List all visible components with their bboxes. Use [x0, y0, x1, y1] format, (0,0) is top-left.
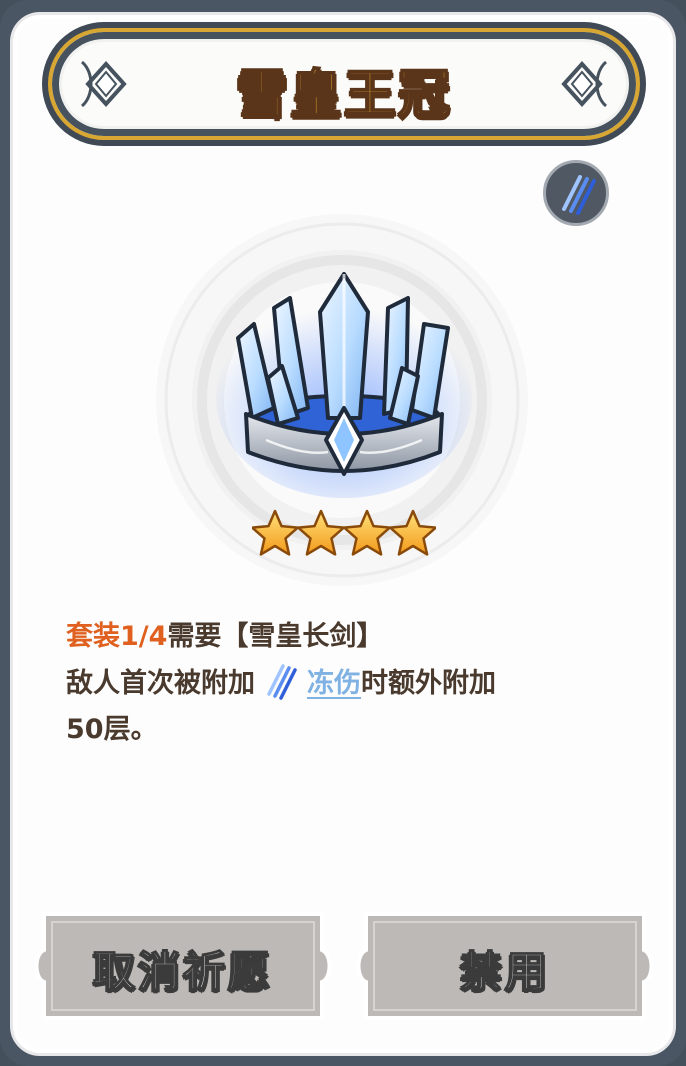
set-requirement-line: 套装1/4需要【雪皇长剑】 — [66, 614, 626, 660]
disable-label: 禁用 — [459, 946, 550, 997]
star-icon — [252, 509, 300, 556]
set-requirement: 需要【雪皇长剑】 — [167, 621, 384, 652]
effect-line: 敌人首次被附加 冻伤时额外附加 — [66, 660, 626, 707]
star-icon — [388, 509, 436, 556]
frostbite-claw-icon — [267, 664, 297, 700]
cancel-wish-label: 取消祈愿 — [92, 946, 273, 997]
cancel-wish-button[interactable]: 取消祈愿 — [30, 910, 336, 1022]
disable-button[interactable]: 禁用 — [352, 910, 658, 1022]
frostbite-keyword-link[interactable]: 冻伤 — [307, 668, 361, 699]
effect-prefix: 敌人首次被附加 — [66, 668, 255, 699]
title-banner: 雪皇王冠 — [48, 28, 640, 140]
star-icon — [296, 509, 346, 556]
item-description: 套装1/4需要【雪皇长剑】 敌人首次被附加 冻伤时额外附加 50层。 — [66, 614, 626, 753]
set-count: 套装1/4 — [66, 621, 168, 652]
diamond-ornament-icon — [561, 60, 608, 108]
star-rating — [252, 509, 436, 556]
effect-amount-line: 50层。 — [66, 714, 158, 745]
effect-suffix: 时额外附加 — [361, 668, 496, 699]
star-icon — [342, 509, 392, 556]
ice-crown-icon — [216, 272, 472, 498]
frostbite-claw-icon[interactable] — [543, 160, 609, 226]
item-title: 雪皇王冠 — [235, 64, 452, 126]
